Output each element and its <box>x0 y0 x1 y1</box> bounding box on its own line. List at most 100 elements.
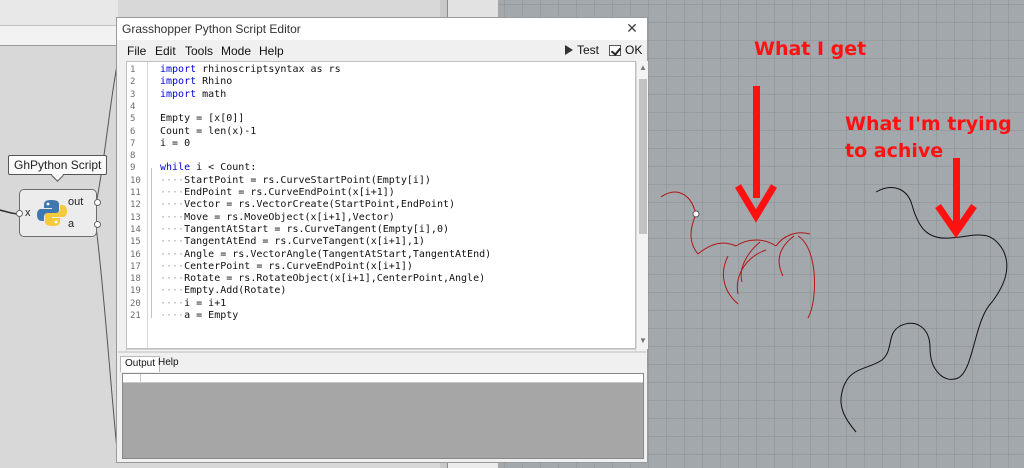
red-curves-result <box>660 191 816 319</box>
code-line[interactable]: Empty = [x[0]] <box>160 113 244 124</box>
scroll-down-icon[interactable]: ▼ <box>639 336 647 345</box>
scroll-up-icon[interactable]: ▲ <box>639 63 647 72</box>
output-console[interactable] <box>122 373 644 459</box>
output-out-label[interactable]: out <box>68 196 83 208</box>
annotation-what-i-get: What I get <box>754 38 867 60</box>
code-text: i < Count: <box>190 162 257 174</box>
component-tooltip: GhPython Script <box>8 155 108 175</box>
indent-dots: ···· <box>160 236 185 248</box>
indent-dots: ···· <box>160 310 185 321</box>
editor-menubar: File Edit Tools Mode Help Test OK <box>117 40 647 60</box>
keyword: import <box>160 76 197 88</box>
line-number: 18 <box>130 274 141 285</box>
code-text: Empty.Add(Rotate) <box>184 285 287 297</box>
annotation-trying-line1: What I'm trying <box>845 113 1012 135</box>
code-line[interactable]: Count = len(x)-1 <box>160 126 256 137</box>
line-number: 21 <box>130 311 141 321</box>
red-arrow-right <box>935 158 977 239</box>
line-number: 14 <box>130 224 141 235</box>
line-number: 8 <box>130 151 136 162</box>
menu-edit[interactable]: Edit <box>155 44 176 58</box>
indent-dots: ···· <box>160 223 185 235</box>
code-line[interactable]: ····EndPoint = rs.CurveEndPoint(x[i+1]) <box>160 187 395 198</box>
code-text: Count = len(x)-1 <box>160 125 257 137</box>
indent-dots: ···· <box>160 273 185 285</box>
code-line[interactable]: ····Angle = rs.VectorAngle(TangentAtStar… <box>160 249 491 260</box>
keyword: while <box>160 162 191 174</box>
vertical-scroll-thumb[interactable] <box>639 79 647 234</box>
line-number: 12 <box>130 200 141 211</box>
input-x-label[interactable]: x <box>25 207 31 219</box>
menu-mode[interactable]: Mode <box>221 44 251 58</box>
code-line[interactable]: ····Empty.Add(Rotate) <box>160 285 286 296</box>
input-grip[interactable] <box>16 210 23 217</box>
code-text: Rhino <box>196 76 233 88</box>
code-text: Vector = rs.VectorCreate(StartPoint,EndP… <box>184 199 456 211</box>
line-number: 4 <box>130 101 136 112</box>
code-line[interactable]: ····i = i+1 <box>160 298 226 309</box>
code-line[interactable]: ····TangentAtStart = rs.CurveTangent(Emp… <box>160 224 449 235</box>
test-button[interactable]: Test <box>565 43 599 57</box>
code-line[interactable]: ····StartPoint = rs.CurveStartPoint(Empt… <box>160 175 431 186</box>
line-number: 2 <box>130 77 136 88</box>
python-icon <box>37 200 67 226</box>
line-number: 6 <box>130 126 136 137</box>
line-number: 7 <box>130 138 136 149</box>
curve-point-marker <box>692 210 700 218</box>
python-script-editor-window[interactable]: Grasshopper Python Script Editor ✕ File … <box>116 17 648 463</box>
code-text: TangentAtEnd = rs.CurveTangent(x[i+1],1) <box>184 236 425 248</box>
code-line[interactable]: ····Rotate = rs.RotateObject(x[i+1],Cent… <box>160 273 485 284</box>
annotation-trying-line2: to achive <box>845 140 944 162</box>
indent-dots: ···· <box>160 297 185 309</box>
code-line[interactable]: import Rhino <box>160 76 232 87</box>
ok-button[interactable]: OK <box>609 43 642 57</box>
line-number: 5 <box>130 114 136 125</box>
code-text: Empty = [x[0]] <box>160 113 245 125</box>
code-line[interactable]: import rhinoscriptsyntax as rs <box>160 64 341 75</box>
ok-label: OK <box>625 43 643 57</box>
output-panel: Output Help <box>118 351 646 462</box>
menu-file[interactable]: File <box>127 44 146 58</box>
code-text: a = Empty <box>184 310 239 321</box>
line-number: 9 <box>130 163 136 174</box>
red-arrow-left <box>734 86 778 223</box>
menu-help[interactable]: Help <box>259 44 284 58</box>
keyword: import <box>160 88 197 100</box>
vertical-scrollbar[interactable]: ▲ ▼ <box>636 61 648 349</box>
output-a-label[interactable]: a <box>68 218 74 230</box>
line-number: 11 <box>130 188 141 198</box>
code-editor[interactable]: 1 2 3 4 5 6 7 8 9 10 11 12 13 14 15 16 17 18 19 20 21 import… <box>126 61 636 349</box>
fold-guide <box>151 168 152 318</box>
line-number: 1 <box>130 65 136 75</box>
code-line[interactable]: ····CenterPoint = rs.CurveEndPoint(x[i+1… <box>160 261 413 272</box>
tab-help[interactable]: Help <box>154 356 183 372</box>
code-text: Move = rs.MoveObject(x[i+1],Vector) <box>184 211 395 223</box>
output-a-grip[interactable] <box>94 221 101 228</box>
close-icon[interactable]: ✕ <box>625 20 639 37</box>
code-line[interactable]: ····Vector = rs.VectorCreate(StartPoint,… <box>160 199 455 210</box>
code-text: EndPoint = rs.CurveEndPoint(x[i+1]) <box>184 187 395 198</box>
code-line[interactable]: ····Move = rs.MoveObject(x[i+1],Vector) <box>160 212 395 223</box>
code-line[interactable]: import math <box>160 89 226 100</box>
menu-tools[interactable]: Tools <box>185 44 213 58</box>
code-line[interactable]: i = 0 <box>160 138 190 149</box>
code-line[interactable]: ····TangentAtEnd = rs.CurveTangent(x[i+1… <box>160 236 425 247</box>
grasshopper-canvas[interactable]: GhPython Script x out a <box>0 0 118 468</box>
line-number: 13 <box>130 212 141 223</box>
code-line[interactable]: while i < Count: <box>160 162 256 173</box>
play-icon <box>565 45 573 55</box>
ghpython-component[interactable]: x out a <box>16 189 101 237</box>
output-out-grip[interactable] <box>94 199 101 206</box>
code-line[interactable]: ····a = Empty <box>160 310 238 321</box>
indent-dots: ···· <box>160 174 185 186</box>
indent-dots: ···· <box>160 187 185 198</box>
editor-titlebar[interactable]: Grasshopper Python Script Editor ✕ <box>117 18 647 40</box>
indent-dots: ···· <box>160 248 185 260</box>
indent-dots: ···· <box>160 285 185 297</box>
code-text: math <box>196 88 227 100</box>
checkbox-icon <box>609 44 621 56</box>
code-text: i = 0 <box>160 137 191 149</box>
keyword: import <box>160 64 197 75</box>
code-text: i = i+1 <box>184 297 227 309</box>
line-number: 16 <box>130 249 141 260</box>
